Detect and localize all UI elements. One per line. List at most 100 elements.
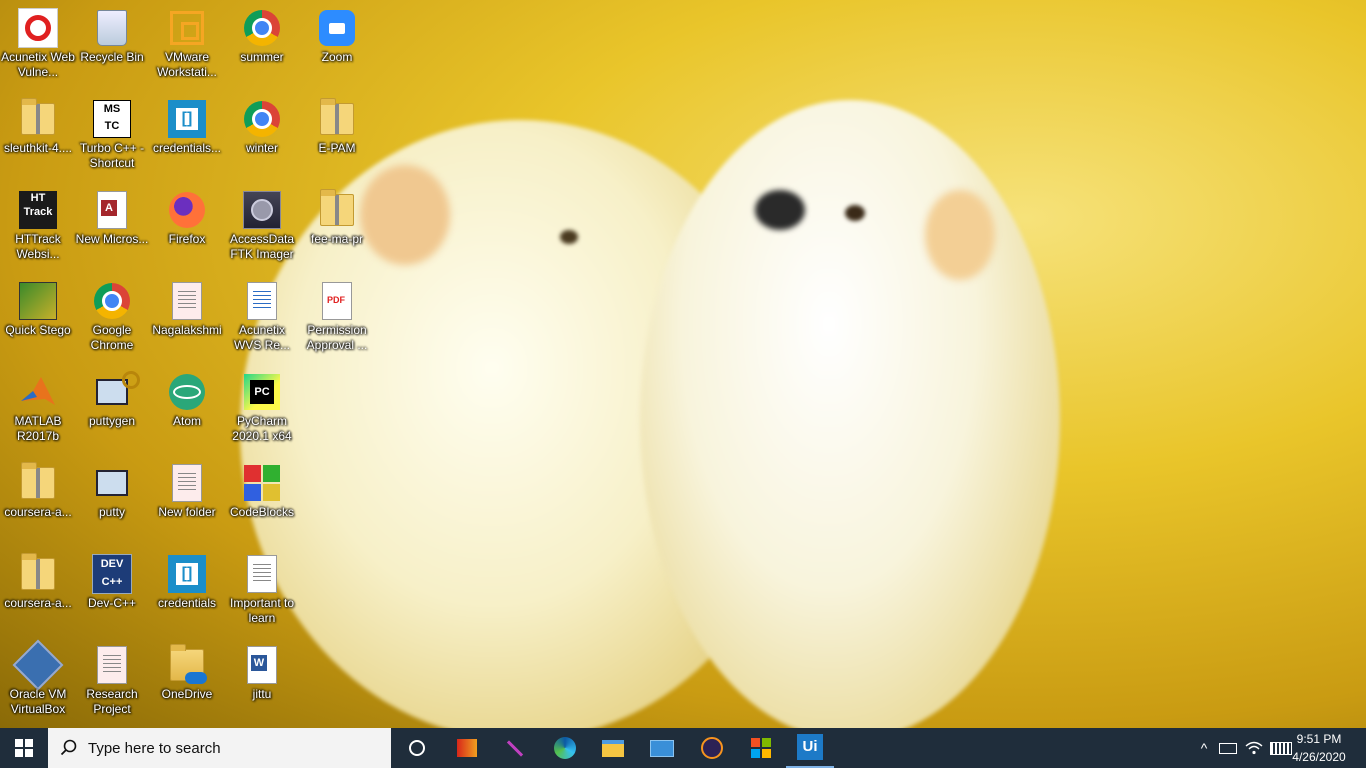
epam-icon-tile[interactable]: E-PAM (299, 91, 375, 179)
important-icon-tile[interactable]: Important to learn (224, 546, 300, 634)
acunetix-icon (18, 8, 58, 48)
research-icon-tile[interactable]: Research Project (74, 637, 150, 725)
atom-label: Atom (172, 414, 201, 428)
search-box[interactable]: Type here to search (48, 728, 391, 768)
recycle-bin-label: Recycle Bin (80, 50, 144, 64)
puppy-right (640, 100, 1060, 728)
winter-icon-tile[interactable]: winter (224, 91, 300, 179)
puppy-right-ear (925, 190, 995, 280)
show-hidden-icons[interactable]: ^ (1194, 728, 1214, 768)
chrome-icon (92, 281, 132, 321)
codeblocks-icon (242, 463, 282, 503)
vmware-icon-tile[interactable]: VMware Workstati... (149, 0, 225, 88)
quickstego-icon-tile[interactable]: Quick Stego (0, 273, 76, 361)
ftk-imager-icon (242, 190, 282, 230)
chrome-icon (242, 8, 282, 48)
windows-logo-icon (15, 739, 33, 757)
zip-folder-icon (317, 189, 357, 230)
report-doc-icon (242, 281, 282, 321)
wifi-icon (1245, 741, 1263, 755)
pdf-icon: PDF (317, 281, 357, 321)
httrack-icon-tile[interactable]: HT Track HTTrack Websi... (0, 182, 76, 270)
battery-tray[interactable] (1216, 728, 1240, 768)
summer-icon-tile[interactable]: summer (224, 0, 300, 88)
matlab-label: MATLAB R2017b (14, 414, 62, 443)
epam-label: E-PAM (318, 141, 356, 155)
taskbar-uipath[interactable]: Ui (786, 728, 834, 768)
putty-label: putty (98, 505, 125, 519)
new-ms-label: New Micros... (75, 232, 149, 246)
onedrive-folder-icon (167, 644, 207, 685)
taskbar-eclipse[interactable] (688, 728, 736, 768)
pdf-doc-icon (167, 281, 207, 321)
winter-label: winter (245, 141, 278, 155)
firefox-icon-tile[interactable]: Firefox (149, 182, 225, 270)
chrome-label: Google Chrome (90, 323, 134, 352)
devcpp-icon-tile[interactable]: DEV C++ Dev-C++ (74, 546, 150, 634)
zoom-icon-tile[interactable]: Zoom (299, 0, 375, 88)
jittu-icon-tile[interactable]: W jittu (224, 637, 300, 725)
clock-time: 9:51 PM (1296, 732, 1342, 746)
credentials2-label: credentials (157, 596, 217, 610)
coursera2-icon-tile[interactable]: coursera-a... (0, 546, 76, 634)
puttygen-icon (92, 371, 140, 412)
coursera2-label: coursera-a... (4, 596, 72, 610)
matlab-icon-tile[interactable]: MATLAB R2017b (0, 364, 76, 452)
acunetix-wvs-label: Acunetix WVS Re... (233, 323, 290, 352)
quickstego-label: Quick Stego (5, 323, 71, 337)
sleuthkit-label: sleuthkit-4.... (3, 141, 73, 155)
start-button[interactable] (0, 728, 48, 768)
virtualbox-icon-tile[interactable]: Oracle VM VirtualBox (0, 637, 76, 725)
pycharm-icon-tile[interactable]: PC PyCharm 2020.1 x64 (224, 364, 300, 452)
zoom-label: Zoom (321, 50, 353, 64)
taskbar-app-2[interactable] (491, 728, 539, 768)
search-placeholder: Type here to search (88, 739, 221, 757)
brackets-icon: [] (167, 554, 207, 594)
wifi-tray[interactable] (1242, 728, 1266, 768)
cortana-circle-icon (409, 740, 425, 756)
credentials2-icon-tile[interactable]: [] credentials (149, 546, 225, 634)
turbo-cpp-icon: MS TC (92, 99, 132, 139)
taskbar-file-explorer[interactable] (589, 728, 637, 768)
credentials1-icon-tile[interactable]: [] credentials... (149, 91, 225, 179)
nagalakshmi-icon-tile[interactable]: Nagalakshmi (149, 273, 225, 361)
turbo-label: Turbo C++ - Shortcut (79, 141, 145, 170)
acunetix-icon-tile[interactable]: Acunetix Web Vulne... (0, 0, 76, 88)
putty-icon-tile[interactable]: putty (74, 455, 150, 543)
sleuthkit-icon-tile[interactable]: sleuthkit-4.... (0, 91, 76, 179)
turbo-icon-tile[interactable]: MS TC Turbo C++ - Shortcut (74, 91, 150, 179)
file-explorer-icon (602, 739, 624, 757)
onedrive-label: OneDrive (161, 687, 213, 701)
puttygen-icon-tile[interactable]: puttygen (74, 364, 150, 452)
codeblocks-icon-tile[interactable]: CodeBlocks (224, 455, 300, 543)
pycharm-label: PyCharm 2020.1 x64 (232, 414, 292, 443)
recycle-bin-icon-tile[interactable]: Recycle Bin (74, 0, 150, 88)
atom-icon-tile[interactable]: Atom (149, 364, 225, 452)
summer-label: summer (240, 50, 284, 64)
taskbar-mail[interactable] (638, 728, 686, 768)
pycharm-icon: PC (242, 372, 282, 412)
zip-folder-icon (18, 462, 58, 503)
permission-icon-tile[interactable]: PDF Permission Approval ... (299, 273, 375, 361)
acunetix-wvs-icon-tile[interactable]: Acunetix WVS Re... (224, 273, 300, 361)
fee-icon-tile[interactable]: fee-ma-pr (299, 182, 375, 270)
coursera1-icon-tile[interactable]: coursera-a... (0, 455, 76, 543)
new-ms-icon-tile[interactable]: A New Micros... (74, 182, 150, 270)
battery-icon (1219, 742, 1237, 754)
vmware-icon (167, 8, 207, 48)
app-red-icon (457, 739, 477, 757)
taskbar-edge[interactable] (541, 728, 589, 768)
onedrive-icon-tile[interactable]: OneDrive (149, 637, 225, 725)
edge-icon (554, 737, 576, 759)
taskbar-app-1[interactable] (443, 728, 491, 768)
httrack-icon: HT Track (18, 190, 58, 230)
new-folder-icon-tile[interactable]: New folder (149, 455, 225, 543)
clock[interactable]: 9:51 PM 4/26/2020 (1282, 730, 1356, 766)
taskbar-store[interactable] (737, 728, 785, 768)
puttygen-label: puttygen (88, 414, 136, 428)
mail-icon (650, 739, 674, 757)
task-view-button[interactable] (393, 728, 441, 768)
ftk-icon-tile[interactable]: AccessData FTK Imager (224, 182, 300, 270)
chrome-icon-tile[interactable]: Google Chrome (74, 273, 150, 361)
ftk-label: AccessData FTK Imager (229, 232, 295, 261)
